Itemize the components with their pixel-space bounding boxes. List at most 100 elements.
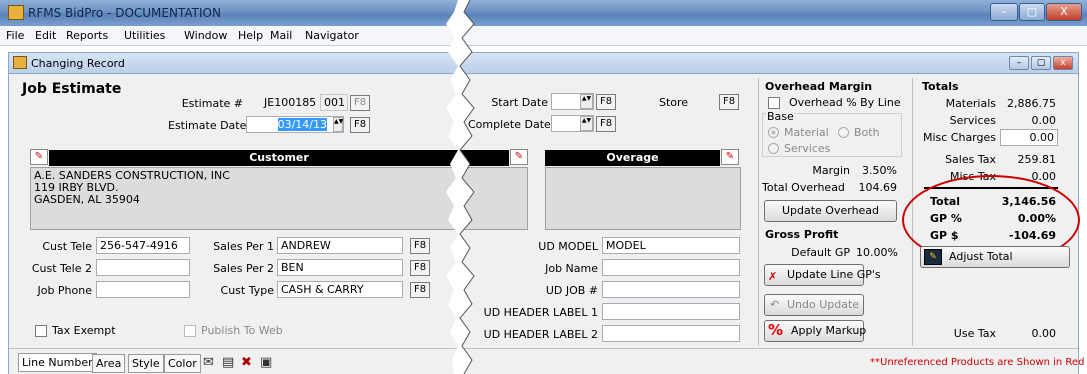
- total-overhead-value: 104.69: [858, 181, 898, 194]
- customer-edit-icon-right[interactable]: ✎: [510, 149, 528, 165]
- total-overhead-label: Total Overhead: [762, 181, 845, 194]
- store-f8-button[interactable]: F8: [719, 94, 739, 110]
- overage-edit-icon[interactable]: ✎: [721, 149, 739, 165]
- use-tax-value: 0.00: [1031, 327, 1057, 340]
- cust-tele2-field[interactable]: [96, 259, 190, 276]
- ud-header2-field[interactable]: [602, 325, 740, 342]
- estimate-date-f8-button[interactable]: F8: [350, 117, 370, 133]
- bottom-divider: [9, 348, 1078, 349]
- sales2-f8-button[interactable]: F8: [410, 260, 430, 276]
- update-overhead-button[interactable]: Update Overhead: [764, 200, 897, 222]
- tab-line-number[interactable]: Line Number: [18, 353, 97, 372]
- ud-model-label: UD MODEL: [538, 240, 598, 253]
- child-title: Changing Record: [31, 57, 125, 70]
- overage-header: Overage: [545, 150, 720, 166]
- ud-header1-field[interactable]: [602, 303, 740, 320]
- sales2-field[interactable]: BEN: [277, 259, 403, 276]
- cust-type-f8-button[interactable]: F8: [410, 282, 430, 298]
- margin-value: 3.50%: [862, 164, 897, 177]
- totals-title: Totals: [922, 80, 959, 93]
- estimate-number: JE100185: [264, 96, 317, 109]
- menu-window[interactable]: Window: [184, 29, 227, 42]
- update-line-gp-icon: ✗: [768, 270, 778, 283]
- services-radio-label: Services: [784, 142, 831, 155]
- tab-color[interactable]: Color: [164, 354, 201, 373]
- ud-job-field[interactable]: [602, 281, 740, 298]
- overhead-by-line-label: Overhead % By Line: [789, 96, 901, 109]
- menu-navigator[interactable]: Navigator: [305, 29, 359, 42]
- undo-update-button[interactable]: ↶ Undo Update: [764, 294, 864, 316]
- overhead-by-line-checkbox[interactable]: [768, 97, 780, 109]
- estimate-date-value: 03/14/13: [277, 118, 327, 131]
- both-radio-label: Both: [854, 126, 880, 139]
- ud-model-field[interactable]: MODEL: [602, 237, 740, 254]
- apply-markup-button[interactable]: % Apply Markup: [764, 320, 866, 342]
- ud-header2-label: UD HEADER LABEL 2: [483, 328, 598, 341]
- child-restore-button[interactable]: ▢: [1031, 56, 1051, 70]
- minimize-button[interactable]: –: [990, 3, 1018, 21]
- close-button[interactable]: X: [1046, 3, 1082, 21]
- child-titlebar: Changing Record – ▢ x: [8, 52, 1079, 74]
- update-line-gp-button[interactable]: ✗ Update Line GP's: [764, 264, 881, 286]
- complete-date-spinner[interactable]: ▲▼: [580, 116, 593, 131]
- menu-bar: File Edit Reports Utilities Window Help …: [0, 26, 1087, 46]
- cust-type-label: Cust Type: [220, 284, 274, 297]
- cust-tele-field[interactable]: 256-547-4916: [96, 237, 190, 254]
- child-minimize-button[interactable]: –: [1009, 56, 1029, 70]
- sales2-label: Sales Per 2: [213, 262, 274, 275]
- cust-tele2-label: Cust Tele 2: [31, 262, 92, 275]
- restore-button[interactable]: ▢: [1019, 3, 1045, 21]
- estimate-date-spinner[interactable]: ▲▼: [333, 117, 343, 132]
- start-date-f8-button[interactable]: F8: [596, 94, 616, 110]
- complete-date-f8-button[interactable]: F8: [596, 116, 616, 132]
- job-name-label: Job Name: [545, 262, 598, 275]
- tax-exempt-label: Tax Exempt: [52, 324, 116, 337]
- menu-file[interactable]: File: [6, 29, 24, 42]
- base-label: Base: [766, 110, 795, 123]
- add-line-icon[interactable]: ▤: [222, 355, 234, 370]
- customer-edit-icon[interactable]: ✎: [30, 149, 48, 165]
- tax-exempt-checkbox[interactable]: [35, 325, 47, 337]
- menu-utilities[interactable]: Utilities: [124, 29, 165, 42]
- customer-header: Customer: [49, 150, 509, 166]
- margin-label: Margin: [812, 164, 850, 177]
- job-name-field[interactable]: [602, 259, 740, 276]
- both-radio[interactable]: [838, 127, 849, 138]
- material-radio[interactable]: [768, 127, 779, 138]
- menu-help[interactable]: Help: [238, 29, 263, 42]
- insert-line-icon[interactable]: ✉: [203, 355, 214, 370]
- menu-edit[interactable]: Edit: [35, 29, 56, 42]
- sales1-label: Sales Per 1: [213, 240, 274, 253]
- estimate-date-label: Estimate Date: [168, 119, 247, 132]
- sales1-field[interactable]: ANDREW: [277, 237, 403, 254]
- material-radio-label: Material: [784, 126, 829, 139]
- estimate-f8-button[interactable]: F8: [350, 95, 370, 111]
- estimate-date-field[interactable]: 03/14/13: [246, 116, 344, 133]
- cust-type-field[interactable]: CASH & CARRY: [277, 281, 403, 298]
- tab-area[interactable]: Area: [92, 354, 126, 373]
- adjust-total-button[interactable]: ✎ Adjust Total: [920, 246, 1070, 268]
- copy-line-icon[interactable]: ▣: [260, 355, 272, 370]
- child-close-button[interactable]: x: [1053, 56, 1073, 70]
- percent-icon: %: [768, 321, 784, 339]
- job-phone-field[interactable]: [96, 281, 190, 298]
- publish-web-checkbox[interactable]: [184, 325, 196, 337]
- misc-charges-field[interactable]: 0.00: [1000, 129, 1058, 146]
- delete-line-icon[interactable]: ✖: [241, 355, 252, 370]
- tab-style[interactable]: Style: [128, 354, 164, 373]
- adjust-total-icon: ✎: [924, 249, 942, 265]
- window-titlebar: RFMS BidPro - DOCUMENTATION – ▢ X: [0, 0, 1087, 26]
- sales-tax-value: 259.81: [1017, 153, 1057, 166]
- undo-icon: ↶: [770, 298, 780, 311]
- start-date-spinner[interactable]: ▲▼: [580, 94, 593, 109]
- use-tax-label: Use Tax: [953, 327, 996, 340]
- estimate-label: Estimate #: [181, 97, 243, 110]
- sales1-f8-button[interactable]: F8: [410, 238, 430, 254]
- services-radio[interactable]: [768, 143, 779, 154]
- cust-tele-label: Cust Tele: [42, 240, 92, 253]
- estimate-suffix: 001: [320, 94, 348, 111]
- menu-mail[interactable]: Mail: [270, 29, 292, 42]
- job-phone-label: Job Phone: [37, 284, 92, 297]
- ud-job-label: UD JOB #: [545, 284, 598, 297]
- menu-reports[interactable]: Reports: [66, 29, 108, 42]
